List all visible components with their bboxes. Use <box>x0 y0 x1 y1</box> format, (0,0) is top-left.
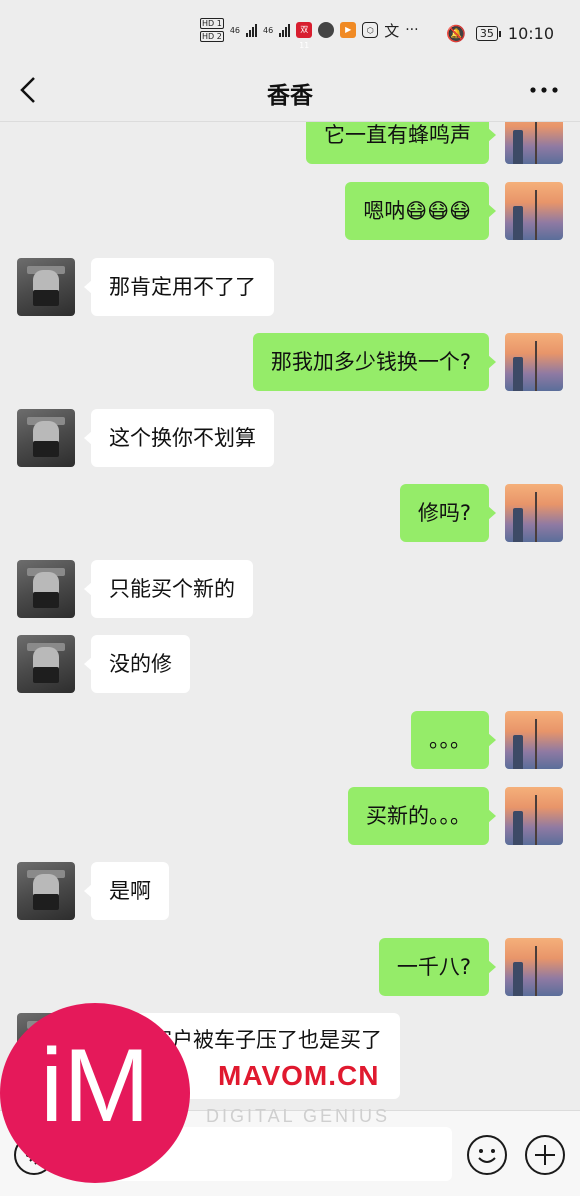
battery-icon: 35 <box>475 26 501 41</box>
translate-icon: 文 <box>384 21 400 40</box>
my-avatar[interactable] <box>505 122 563 164</box>
message-bubble[interactable]: 是啊 <box>84 862 169 920</box>
status-bar: HD 1 HD 2 46 46 双11 ▶ ⬡ 文 ··· 🔕 35 10:10 <box>0 0 580 62</box>
plus-icon <box>535 1145 555 1165</box>
message-list[interactable]: 它一直有蜂鸣声 嗯呐😷😷😷 那肯定用不了了 那我加多少钱换一个? 这个换你不划算… <box>0 122 580 1110</box>
app-icon-globe <box>318 22 335 38</box>
chat-title: 香香 <box>267 83 313 109</box>
my-avatar[interactable] <box>505 787 563 845</box>
plus-button[interactable] <box>525 1135 565 1175</box>
message-bubble[interactable]: 只能买个新的 <box>84 560 253 618</box>
my-avatar[interactable] <box>505 711 563 769</box>
my-avatar[interactable] <box>505 182 563 240</box>
chat-header: 香香 <box>0 62 580 122</box>
watermark-tagline: DIGITAL GENIUS <box>206 1106 391 1126</box>
sim1-label: HD 1 <box>200 18 224 29</box>
message-bubble[interactable]: 。。。 <box>411 711 496 769</box>
app-icon-play: ▶ <box>340 22 357 38</box>
more-status-icon: ··· <box>405 22 419 38</box>
watermark-logo-text: iM <box>40 1028 150 1144</box>
contact-avatar[interactable] <box>17 560 75 618</box>
watermark-logo: iM <box>0 1003 190 1183</box>
message-bubble[interactable]: 没的修 <box>84 635 190 693</box>
sim-indicators: HD 1 HD 2 <box>200 18 224 42</box>
my-avatar[interactable] <box>505 938 563 996</box>
app-icon-hexagon: ⬡ <box>362 22 379 38</box>
message-bubble[interactable]: 嗯呐😷😷😷 <box>345 182 496 240</box>
contact-avatar[interactable] <box>17 258 75 316</box>
message-bubble[interactable]: 那我加多少钱换一个? <box>252 333 497 391</box>
message-bubble[interactable]: 这个换你不划算 <box>84 409 274 467</box>
net2-label: 46 <box>263 25 274 35</box>
more-dots-icon <box>530 87 558 93</box>
status-right: 🔕 35 10:10 <box>446 24 554 43</box>
sim2-label: HD 2 <box>200 31 224 42</box>
message-bubble[interactable]: 那肯定用不了了 <box>84 258 274 316</box>
status-indicators: HD 1 HD 2 46 46 双11 ▶ ⬡ 文 ··· <box>200 18 419 50</box>
mute-bell-icon: 🔕 <box>445 24 466 43</box>
more-button[interactable] <box>530 76 558 98</box>
contact-avatar[interactable] <box>17 409 75 467</box>
message-bubble[interactable]: 买新的。。。 <box>348 787 496 845</box>
message-bubble[interactable]: 它一直有蜂鸣声 <box>306 122 496 164</box>
message-bubble[interactable]: 修吗? <box>399 484 497 542</box>
message-bubble[interactable]: 一千八? <box>378 938 497 996</box>
watermark-site: MAVOM.CN <box>218 1060 380 1091</box>
emoji-button[interactable] <box>467 1135 507 1175</box>
clock: 10:10 <box>507 24 554 43</box>
my-avatar[interactable] <box>505 484 563 542</box>
signal-icon <box>246 23 257 37</box>
signal-icon-2 <box>279 23 291 37</box>
contact-avatar[interactable] <box>17 862 75 920</box>
app-badge-icon: 双11 <box>296 22 313 50</box>
emoji-icon <box>478 1149 496 1163</box>
net1-label: 46 <box>229 25 240 35</box>
contact-avatar[interactable] <box>17 635 75 693</box>
my-avatar[interactable] <box>505 333 563 391</box>
